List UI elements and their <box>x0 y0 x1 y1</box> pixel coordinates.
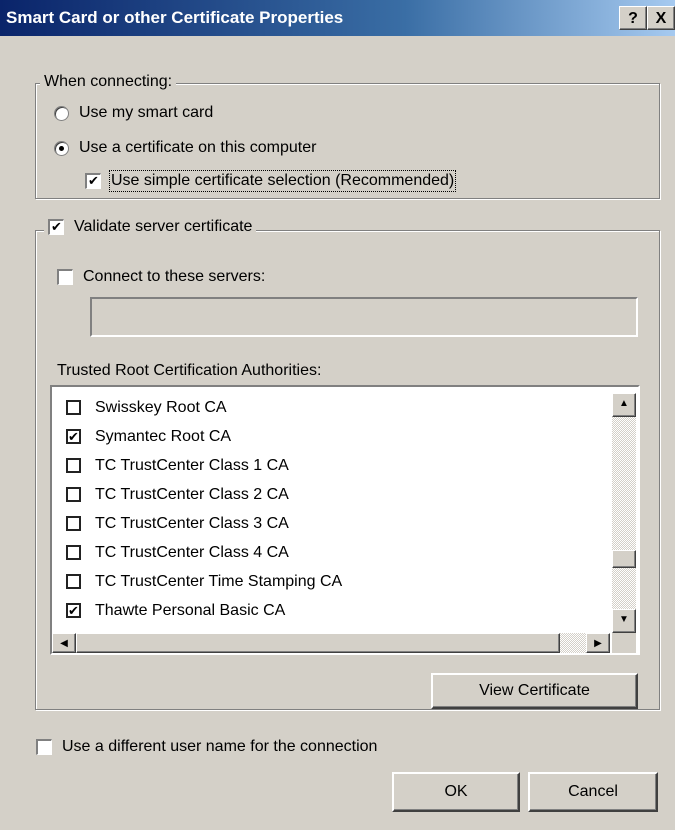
vertical-scroll-thumb[interactable] <box>612 550 636 568</box>
scroll-right-button[interactable]: ▶ <box>586 633 610 653</box>
list-item-checkbox[interactable] <box>66 516 81 531</box>
different-user-label: Use a different user name for the connec… <box>62 738 378 755</box>
list-item-label: TC TrustCenter Class 2 CA <box>95 485 289 503</box>
down-arrow-icon: ▼ <box>619 614 629 625</box>
list-item-label: Swisskey Root CA <box>95 398 227 416</box>
list-item-checkbox[interactable] <box>66 603 81 618</box>
when-connecting-legend: When connecting: <box>40 73 177 91</box>
connect-servers-checkbox[interactable] <box>57 269 73 285</box>
list-item-checkbox[interactable] <box>66 458 81 473</box>
vertical-scrollbar-track[interactable] <box>612 393 636 633</box>
validate-legend[interactable]: Validate server certificate <box>44 218 257 236</box>
when-connecting-label: When connecting: <box>44 73 173 90</box>
simple-selection-label: Use simple certificate selection (Recomm… <box>108 170 457 192</box>
close-button[interactable]: X <box>647 6 675 30</box>
list-item-label: TC TrustCenter Time Stamping CA <box>95 572 343 590</box>
list-item-label: Thawte Personal Basic CA <box>95 601 286 619</box>
trusted-roots-heading: Trusted Root Certification Authorities: <box>57 362 321 380</box>
cancel-button[interactable]: Cancel <box>528 772 658 812</box>
up-arrow-icon: ▲ <box>619 398 629 409</box>
scroll-left-button[interactable]: ◀ <box>52 633 76 653</box>
list-item[interactable]: TC TrustCenter Class 2 CA <box>52 480 610 509</box>
list-item-checkbox[interactable] <box>66 487 81 502</box>
right-arrow-icon: ▶ <box>594 638 602 649</box>
simple-selection-checkbox[interactable] <box>85 173 101 189</box>
list-item-checkbox[interactable] <box>66 429 81 444</box>
list-item[interactable]: TC TrustCenter Time Stamping CA <box>52 567 610 596</box>
certificate-option[interactable]: Use a certificate on this computer <box>54 139 316 157</box>
list-item[interactable]: Thawte Personal Basic CA <box>52 596 610 625</box>
authorities-list: Swisskey Root CA Symantec Root CA TC Tru… <box>52 393 610 633</box>
scrollbar-corner <box>612 633 636 653</box>
servers-input[interactable] <box>90 297 638 337</box>
view-certificate-button[interactable]: View Certificate <box>431 673 638 709</box>
smart-card-option[interactable]: Use my smart card <box>54 104 213 122</box>
scroll-up-button[interactable]: ▲ <box>612 393 636 417</box>
list-item-label: TC TrustCenter Class 4 CA <box>95 543 289 561</box>
list-item[interactable]: Symantec Root CA <box>52 422 610 451</box>
list-item-label: TC TrustCenter Class 1 CA <box>95 456 289 474</box>
certificate-radio[interactable] <box>54 140 69 156</box>
window-title: Smart Card or other Certificate Properti… <box>6 8 344 27</box>
certificate-label: Use a certificate on this computer <box>79 139 317 156</box>
dialog-window: Smart Card or other Certificate Properti… <box>0 0 675 830</box>
simple-selection-option[interactable]: Use simple certificate selection (Recomm… <box>85 170 457 192</box>
title-bar[interactable]: Smart Card or other Certificate Properti… <box>0 0 675 36</box>
scroll-down-button[interactable]: ▼ <box>612 609 636 633</box>
list-item-checkbox[interactable] <box>66 400 81 415</box>
list-item-label: TC TrustCenter Class 3 CA <box>95 514 289 532</box>
list-item-checkbox[interactable] <box>66 574 81 589</box>
smart-card-label: Use my smart card <box>79 104 214 121</box>
different-user-option[interactable]: Use a different user name for the connec… <box>36 738 377 756</box>
trusted-roots-label: Trusted Root Certification Authorities: <box>57 362 322 379</box>
list-item-checkbox[interactable] <box>66 545 81 560</box>
horizontal-scroll-thumb[interactable] <box>76 633 560 653</box>
different-user-checkbox[interactable] <box>36 739 52 755</box>
list-item[interactable]: TC TrustCenter Class 4 CA <box>52 538 610 567</box>
validate-checkbox[interactable] <box>48 219 64 235</box>
list-item[interactable]: TC TrustCenter Class 1 CA <box>52 451 610 480</box>
list-item[interactable]: Swisskey Root CA <box>52 393 610 422</box>
left-arrow-icon: ◀ <box>60 638 68 649</box>
list-item[interactable]: TC TrustCenter Class 3 CA <box>52 509 610 538</box>
connect-servers-option[interactable]: Connect to these servers: <box>57 268 265 286</box>
smart-card-radio[interactable] <box>54 105 69 121</box>
connect-servers-label: Connect to these servers: <box>83 268 266 285</box>
help-button[interactable]: ? <box>619 6 647 30</box>
validate-label: Validate server certificate <box>74 218 253 235</box>
ok-button[interactable]: OK <box>392 772 520 812</box>
list-item-label: Symantec Root CA <box>95 427 232 445</box>
